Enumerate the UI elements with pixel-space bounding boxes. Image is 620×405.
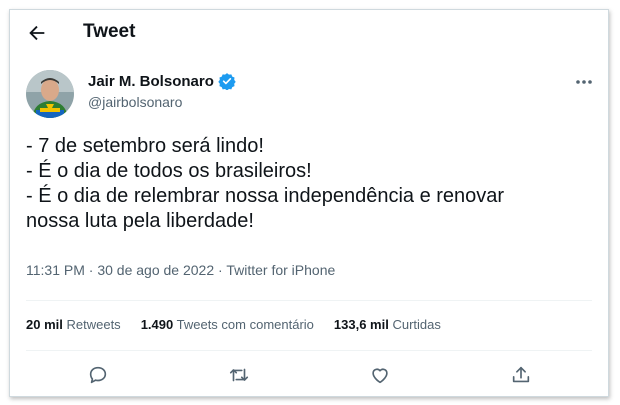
author-name[interactable]: Jair M. Bolsonaro (88, 72, 236, 90)
tweet-line: nossa luta pela liberdade! (26, 210, 254, 232)
arrow-left-icon[interactable] (26, 22, 48, 44)
likes-stat[interactable]: 133,6 mil Curtidas (334, 317, 441, 332)
like-icon[interactable] (369, 364, 391, 386)
retweets-label: Retweets (66, 317, 121, 332)
tweet-line: - É o dia de relembrar nossa independênc… (26, 185, 505, 207)
author-name-text: Jair M. Bolsonaro (88, 72, 214, 90)
divider (26, 300, 592, 301)
page-title: Tweet (83, 21, 136, 42)
tweet-line: - É o dia de todos os brasileiros! (26, 160, 312, 182)
likes-label: Curtidas (392, 317, 441, 332)
reply-icon[interactable] (87, 364, 109, 386)
header: Tweet (10, 10, 608, 56)
more-options-icon[interactable] (574, 76, 594, 88)
retweets-count: 20 mil (26, 317, 63, 332)
meta-separator: · (88, 262, 94, 278)
author-handle[interactable]: @jairbolsonaro (88, 94, 182, 110)
quote-tweets-label: Tweets com comentário (176, 317, 314, 332)
likes-count: 133,6 mil (333, 317, 389, 332)
retweets-stat[interactable]: 20 mil Retweets (26, 317, 121, 332)
verified-badge-icon (218, 72, 236, 90)
tweet-date[interactable]: 30 de ago de 2022 (97, 262, 214, 278)
tweet-line: - 7 de setembro será lindo! (26, 135, 264, 157)
meta-separator: · (218, 262, 223, 278)
tweet-actions (10, 360, 608, 390)
tweet-time[interactable]: 11:31 PM (26, 262, 85, 278)
tweet-meta: 11:31 PM · 30 de ago de 2022 · Twitter f… (26, 262, 335, 278)
quote-tweets-count: 1.490 (140, 317, 174, 332)
quote-tweets-stat[interactable]: 1.490 Tweets com comentário (141, 317, 314, 332)
tweet-window: Tweet Jair M. Bolsonaro @jairbolsonaro -… (9, 9, 609, 397)
divider (26, 350, 592, 351)
tweet-text: - 7 de setembro será lindo! - É o dia de… (26, 134, 596, 234)
share-icon[interactable] (510, 364, 532, 386)
avatar[interactable] (26, 70, 74, 118)
tweet-source[interactable]: Twitter for iPhone (226, 262, 335, 278)
retweet-icon[interactable] (228, 364, 250, 386)
tweet-stats: 20 mil Retweets 1.490 Tweets com comentá… (26, 317, 441, 332)
